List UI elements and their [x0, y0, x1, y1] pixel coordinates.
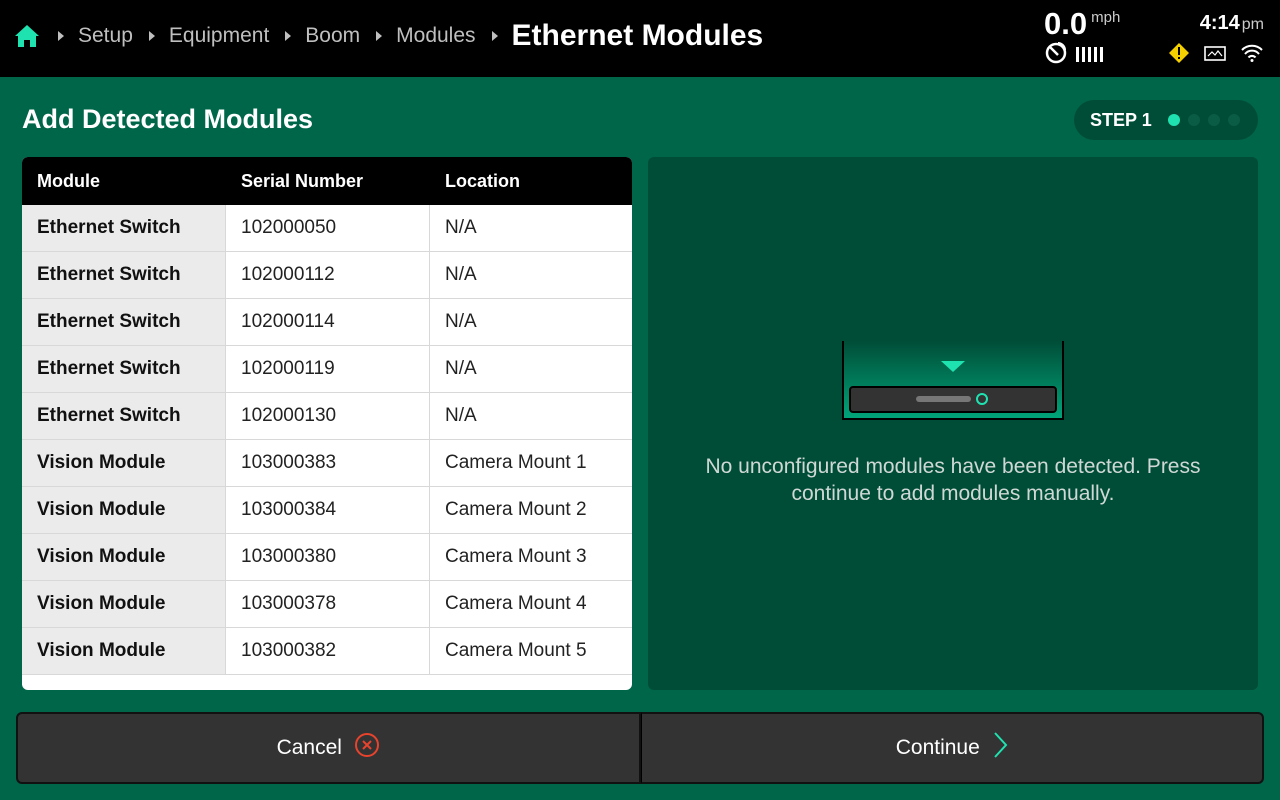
clock-time: 4:14 [1199, 12, 1240, 34]
warning-icon[interactable] [1168, 42, 1190, 69]
speed-readout: 0.0 mph [1044, 6, 1120, 42]
column-header-location: Location [445, 170, 520, 191]
cancel-x-icon [354, 732, 380, 764]
table-header: Module Serial Number Location [22, 157, 632, 205]
action-bar: Cancel Continue [16, 712, 1264, 784]
cell-serial: 103000378 [226, 581, 430, 627]
table-row[interactable]: Ethernet Switch 102000112 N/A [22, 252, 632, 299]
table-row[interactable]: Vision Module 103000382 Camera Mount 5 [22, 628, 632, 675]
cell-location: N/A [445, 264, 477, 285]
info-panel: No unconfigured modules have been detect… [648, 157, 1258, 690]
breadcrumb-separator-icon [148, 31, 155, 41]
table-row[interactable]: Ethernet Switch 102000119 N/A [22, 346, 632, 393]
cell-location: Camera Mount 3 [445, 546, 587, 567]
gps-icon[interactable] [1044, 40, 1068, 69]
breadcrumb-separator-icon [376, 31, 383, 41]
table-row[interactable]: Ethernet Switch 102000050 N/A [22, 205, 632, 252]
breadcrumb: Setup Equipment Boom Modules Ethernet Modul… [14, 0, 763, 72]
speed-unit: mph [1091, 9, 1121, 26]
info-message: No unconfigured modules have been detect… [705, 455, 1201, 505]
cell-serial: 102000119 [226, 346, 430, 392]
cell-location: N/A [445, 358, 477, 379]
table-row[interactable]: Vision Module 103000378 Camera Mount 4 [22, 581, 632, 628]
breadcrumb-item-setup[interactable]: Setup [78, 24, 133, 48]
cell-serial: 103000380 [226, 534, 430, 580]
cell-serial: 102000050 [226, 205, 430, 251]
speed-value: 0.0 [1044, 6, 1088, 41]
cell-module: Ethernet Switch [22, 205, 226, 251]
cell-location: N/A [445, 311, 477, 332]
home-icon[interactable] [14, 22, 42, 50]
step-indicator: STEP 1 [1074, 100, 1258, 140]
cell-module: Vision Module [22, 581, 226, 627]
cell-module: Ethernet Switch [22, 393, 226, 439]
table-row[interactable]: Vision Module 103000380 Camera Mount 3 [22, 534, 632, 581]
breadcrumb-separator-icon [491, 31, 498, 41]
cell-serial: 102000130 [226, 393, 430, 439]
breadcrumb-item-equipment[interactable]: Equipment [169, 24, 269, 48]
cell-module: Ethernet Switch [22, 346, 226, 392]
chevron-right-icon [992, 731, 1008, 765]
cell-serial: 103000383 [226, 440, 430, 486]
module-slot-illustration [841, 341, 1065, 428]
cell-location: Camera Mount 5 [445, 640, 587, 661]
modules-table[interactable]: Module Serial Number Location Ethernet S… [22, 157, 632, 690]
table-row[interactable]: Ethernet Switch 102000130 N/A [22, 393, 632, 440]
cell-module: Vision Module [22, 487, 226, 533]
cell-module: Vision Module [22, 628, 226, 674]
display-icon[interactable] [1204, 44, 1226, 67]
column-header-serial: Serial Number [241, 170, 364, 191]
table-row[interactable]: Vision Module 103000384 Camera Mount 2 [22, 487, 632, 534]
cancel-button[interactable]: Cancel [16, 712, 641, 784]
cell-serial: 102000114 [226, 299, 430, 345]
step-dot-1 [1167, 114, 1180, 126]
cell-module: Vision Module [22, 534, 226, 580]
step-dot-2 [1187, 114, 1200, 126]
cell-module: Ethernet Switch [22, 252, 226, 298]
step-label: STEP 1 [1090, 109, 1152, 130]
clock-ampm: pm [1241, 16, 1264, 33]
breadcrumb-item-boom[interactable]: Boom [305, 24, 360, 48]
cell-module: Ethernet Switch [22, 299, 226, 345]
top-bar: Setup Equipment Boom Modules Ethernet Modul… [0, 0, 1280, 77]
cell-location: N/A [445, 217, 477, 238]
cancel-label: Cancel [276, 736, 342, 759]
continue-button[interactable]: Continue [640, 712, 1264, 784]
column-header-module: Module [37, 170, 100, 191]
cell-location: Camera Mount 2 [445, 499, 587, 520]
step-dot-4 [1227, 114, 1240, 126]
clock: 4:14 pm [1200, 12, 1264, 35]
cell-location: Camera Mount 4 [445, 593, 587, 614]
continue-label: Continue [895, 736, 980, 759]
cell-location: Camera Mount 1 [445, 452, 587, 473]
step-dot-3 [1207, 114, 1220, 126]
page-breadcrumb-current: Ethernet Modules [511, 19, 764, 52]
signal-bars-icon [1076, 47, 1103, 62]
cell-serial: 102000112 [226, 252, 430, 298]
table-row[interactable]: Vision Module 103000383 Camera Mount 1 [22, 440, 632, 487]
cell-location: N/A [445, 405, 477, 426]
breadcrumb-separator-icon [285, 31, 292, 41]
breadcrumb-item-modules[interactable]: Modules [396, 24, 475, 48]
cell-module: Vision Module [22, 440, 226, 486]
wifi-icon[interactable] [1240, 44, 1264, 67]
table-body[interactable]: Ethernet Switch 102000050 N/A Ethernet Swit… [22, 205, 632, 675]
page-title: Add Detected Modules [22, 104, 314, 134]
cell-serial: 103000382 [226, 628, 430, 674]
table-row[interactable]: Ethernet Switch 102000114 N/A [22, 299, 632, 346]
cell-serial: 103000384 [226, 487, 430, 533]
